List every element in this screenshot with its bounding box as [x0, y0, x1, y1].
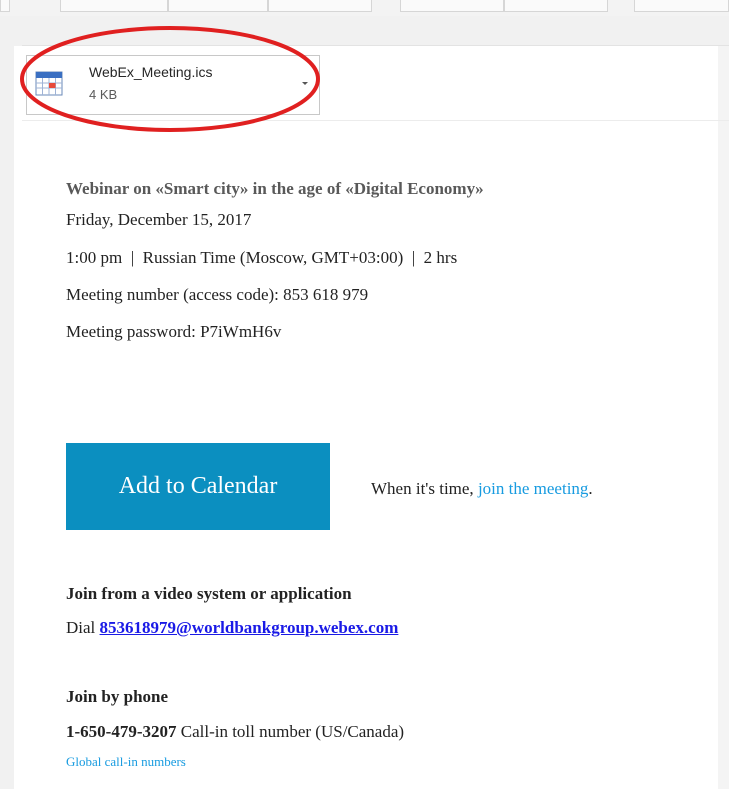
- phone-line: 1-650-479-3207 Call-in toll number (US/C…: [66, 722, 404, 742]
- attachment-size: 4 KB: [89, 87, 118, 102]
- meeting-date: Friday, December 15, 2017: [66, 210, 252, 229]
- dial-label: Dial: [66, 618, 96, 637]
- toolbar-fragment: [504, 0, 608, 12]
- when-suffix: .: [588, 479, 593, 498]
- attachment-chip[interactable]: WebEx_Meeting.ics 4 KB: [26, 55, 320, 115]
- dial-address-link[interactable]: 853618979@worldbankgroup.webex.com: [100, 618, 399, 637]
- meeting-password: Meeting password: P7iWmH6v: [66, 322, 282, 341]
- attachment-name: WebEx_Meeting.ics: [89, 64, 213, 80]
- calendar-file-icon: [35, 71, 63, 96]
- dial-line: Dial 853618979@worldbankgroup.webex.com: [66, 618, 398, 638]
- toolbar-fragment: [60, 0, 168, 12]
- divider: [22, 45, 729, 46]
- join-instructions: When it's time, join the meeting.: [371, 479, 593, 499]
- join-meeting-link[interactable]: join the meeting: [478, 479, 588, 498]
- toolbar-fragment: [634, 0, 729, 12]
- toolbar-fragment: [400, 0, 504, 12]
- toolbar-fragment: [168, 0, 268, 12]
- toolbar-fragment: [268, 0, 372, 12]
- message-body: [14, 46, 718, 789]
- global-callin-link[interactable]: Global call-in numbers: [66, 754, 186, 770]
- meeting-number: Meeting number (access code): 853 618 97…: [66, 285, 369, 304]
- phone-number: 1-650-479-3207: [66, 722, 177, 741]
- add-to-calendar-button[interactable]: Add to Calendar: [66, 443, 330, 530]
- scrollbar-track[interactable]: [718, 46, 729, 789]
- video-heading: Join from a video system or application: [66, 584, 352, 603]
- meeting-time: 1:00 pm | Russian Time (Moscow, GMT+03:0…: [66, 248, 458, 267]
- divider: [22, 120, 729, 121]
- toolbar-fragment: [0, 0, 10, 12]
- when-prefix: When it's time,: [371, 479, 474, 498]
- chevron-down-icon[interactable]: [299, 77, 311, 89]
- phone-heading: Join by phone: [66, 687, 169, 706]
- meeting-title: Webinar on «Smart city» in the age of «D…: [66, 179, 484, 198]
- phone-description: Call-in toll number (US/Canada): [176, 722, 405, 741]
